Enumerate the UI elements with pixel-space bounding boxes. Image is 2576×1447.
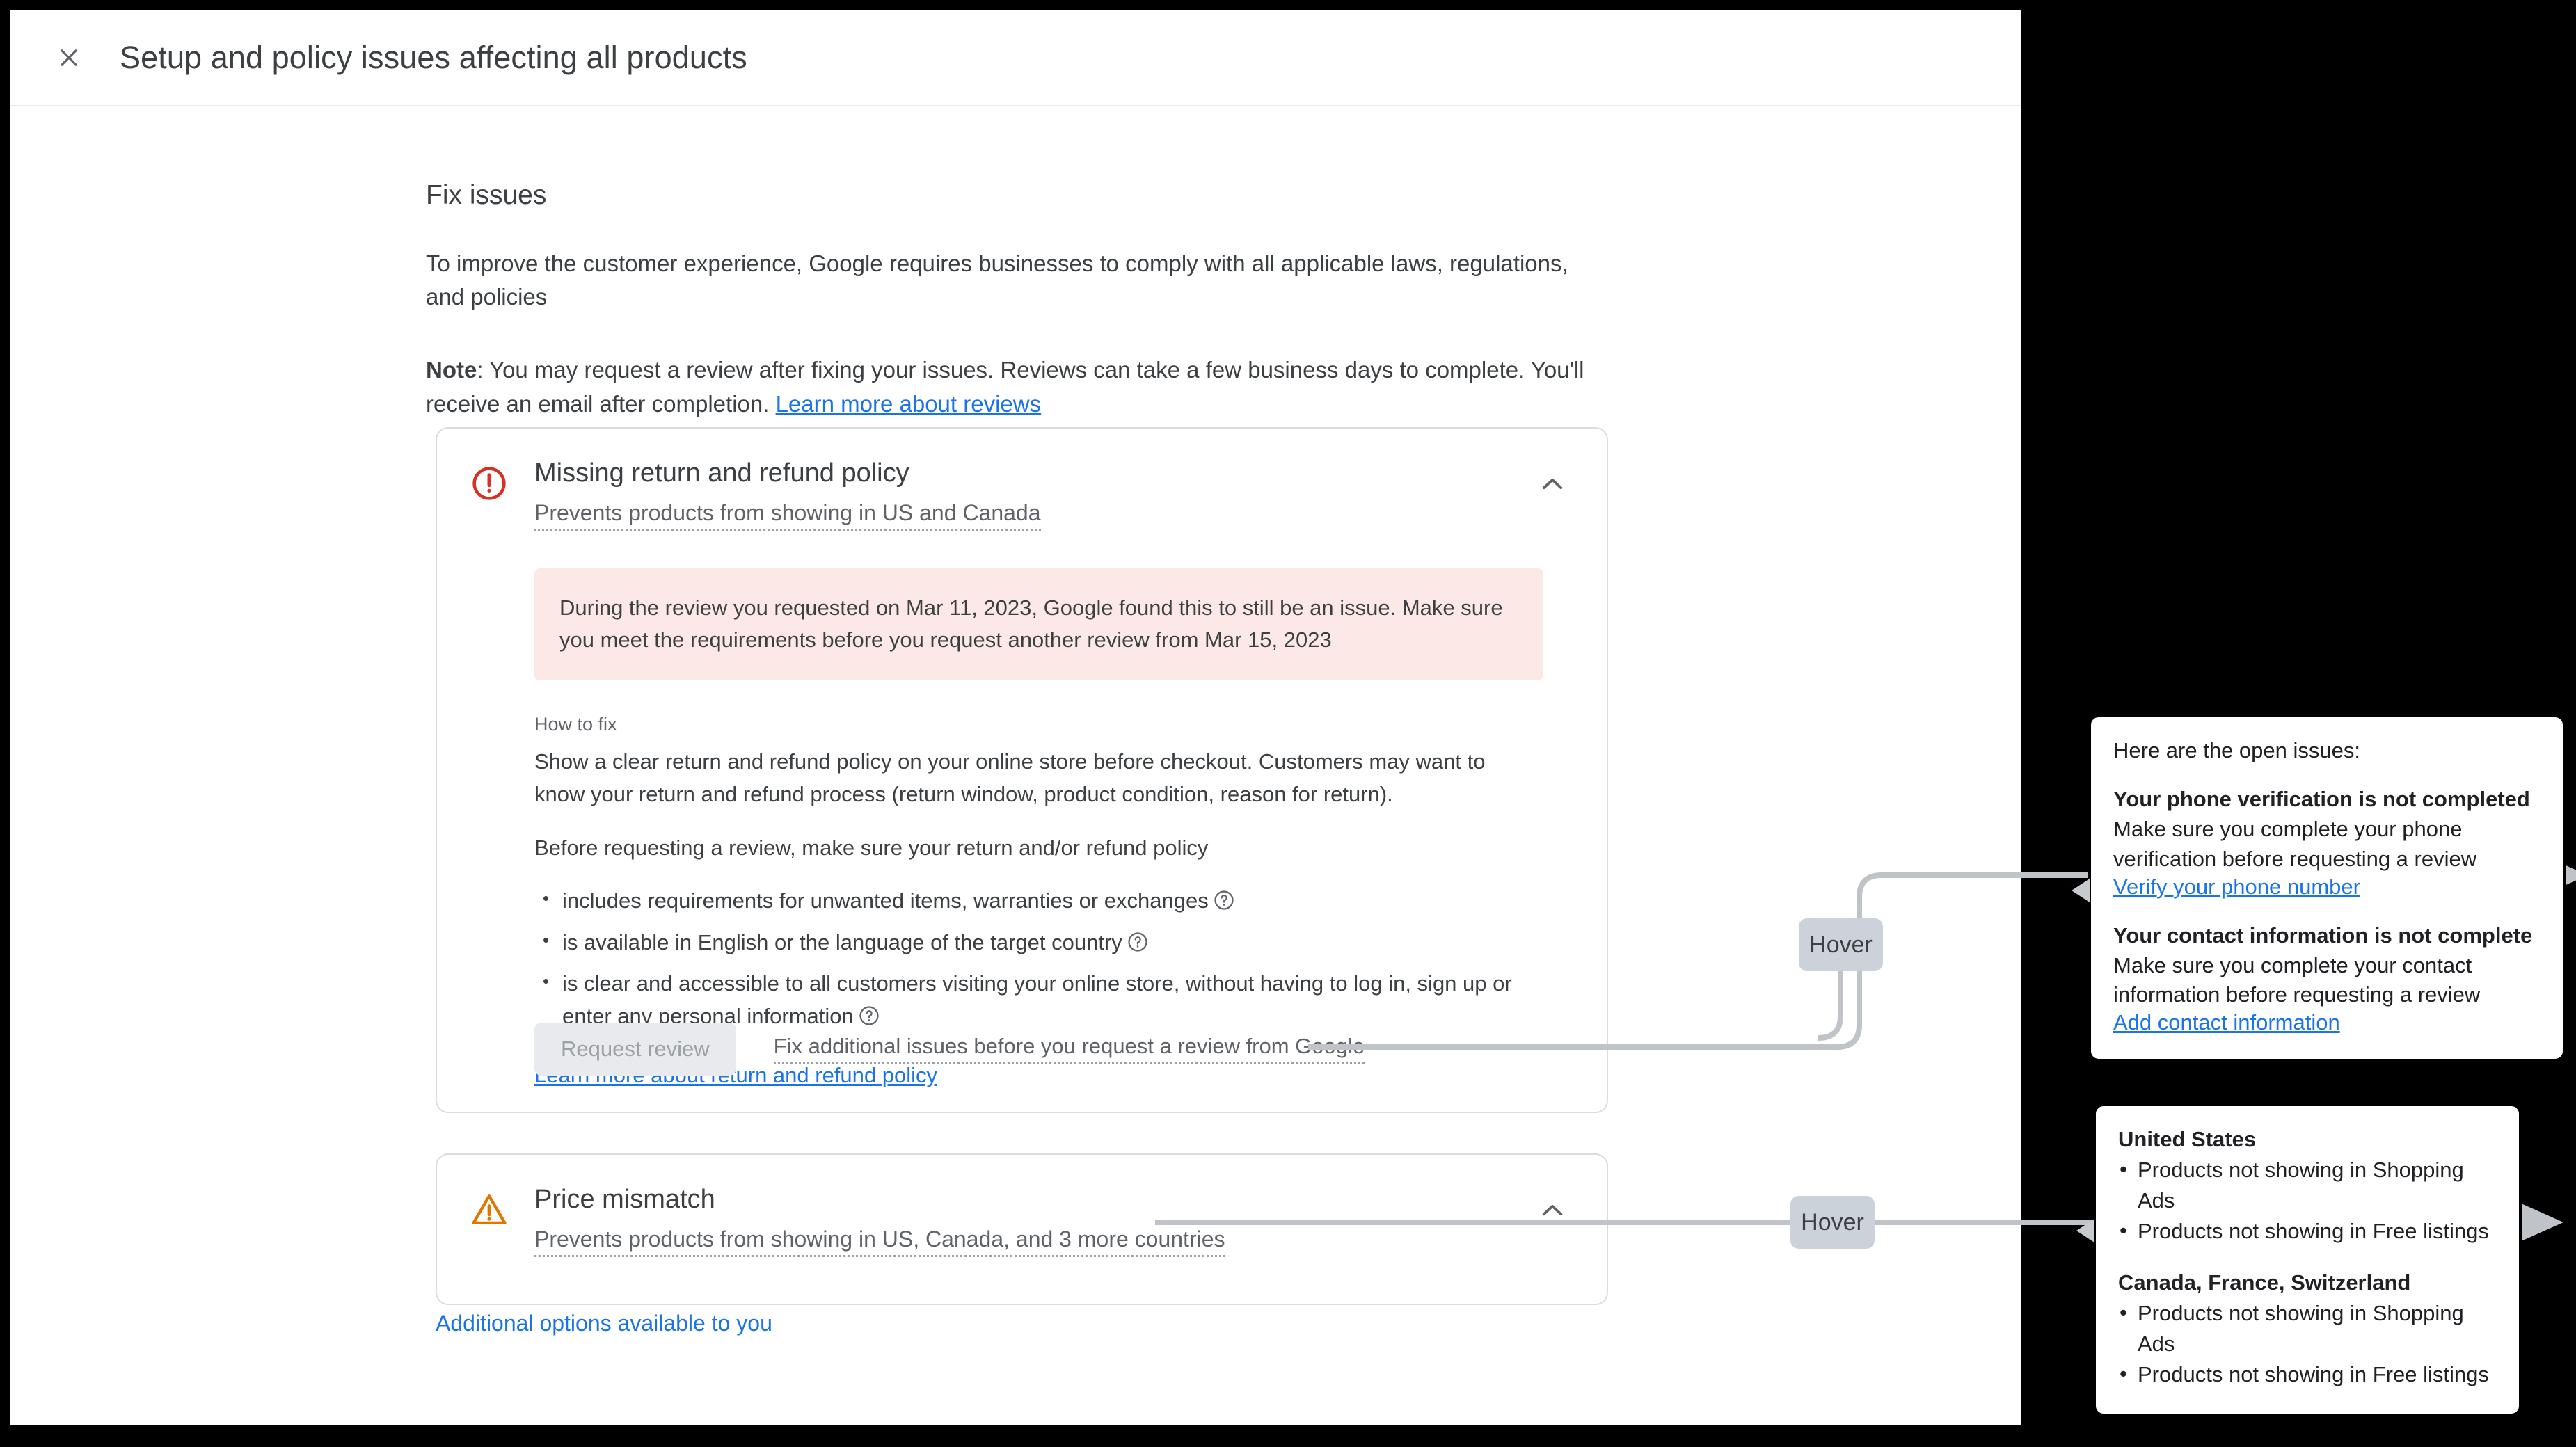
verify-phone-number-link[interactable]: Verify your phone number [2113,874,2360,899]
help-circle-icon[interactable] [1127,932,1148,952]
list-item: Products not showing in Shopping Ads [2118,1154,2497,1216]
additional-options-link[interactable]: Additional options available to you [436,1311,772,1336]
country-impact-list: Products not showing in Shopping Ads Pro… [2118,1154,2497,1247]
list-item: Products not showing in Free listings [2118,1359,2497,1390]
requirements-list: includes requirements for unwanted items… [534,885,1529,1032]
page-title: Fix issues [426,180,547,210]
card-subtitle-tooltip-trigger[interactable]: Prevents products from showing in US and… [534,500,1041,531]
chevron-up-icon[interactable] [1530,462,1575,506]
warning-triangle-icon [470,1191,508,1229]
learn-more-reviews-link[interactable]: Learn more about reviews [776,391,1042,417]
close-icon[interactable] [49,38,89,78]
setup-issues-dialog: Setup and policy issues affecting all pr… [10,10,2021,1425]
list-item: Products not showing in Shopping Ads [2118,1297,2497,1359]
tooltip-open-issues: Here are the open issues: Your phone ver… [2072,714,2566,1063]
intro-paragraph: To improve the customer experience, Goog… [426,250,1568,310]
tooltip-intro: Here are the open issues: [2113,738,2360,762]
issue-card-return-policy: Missing return and refund policy Prevent… [436,427,1608,1113]
card-header-return-policy[interactable]: Missing return and refund policy Prevent… [437,429,1607,531]
card-title: Missing return and refund policy [534,458,909,488]
hover-annotation-chip-1: Hover [1799,918,1883,971]
card-title: Price mismatch [534,1185,715,1214]
content-column: Fix issues To improve the customer exper… [426,180,1609,422]
issue-heading: Your contact information is not complete [2113,922,2533,948]
country-group: United States Products not showing in Sh… [2118,1127,2497,1247]
fix-additional-issues-tooltip-trigger[interactable]: Fix additional issues before you request… [773,1034,1365,1064]
error-circle-icon [470,465,508,502]
requirement-text: is available in English or the language … [562,929,1122,954]
requirements-intro: Before requesting a review, make sure yo… [534,836,1209,861]
tooltip-tail [2072,879,2090,902]
country-heading: Canada, France, Switzerland [2118,1270,2411,1295]
card-subtitle-tooltip-trigger[interactable]: Prevents products from showing in US, Ca… [534,1226,1225,1257]
tooltip-issue-block: Your phone verification is not completed… [2113,787,2541,900]
help-circle-icon[interactable] [1214,890,1234,911]
issue-body: Make sure you complete your contact info… [2113,952,2481,1007]
country-heading: United States [2118,1127,2257,1151]
list-item: includes requirements for unwanted items… [534,885,1529,918]
list-item: Products not showing in Free listings [2118,1215,2497,1247]
list-item: is available in English or the language … [534,927,1529,959]
how-to-fix-body: Show a clear return and refund policy on… [534,745,1529,1032]
country-impact-list: Products not showing in Shopping Ads Pro… [2118,1297,2497,1390]
hover-annotation-chip-2: Hover [1790,1196,1875,1249]
note-label: Note [426,356,477,383]
tooltip-tail [2076,1219,2094,1242]
card-actions-row: Request review Fix additional issues bef… [534,1023,1365,1076]
requirement-text: includes requirements for unwanted items… [562,888,1209,913]
country-group: Canada, France, Switzerland Products not… [2118,1270,2497,1390]
dialog-header: Setup and policy issues affecting all pr… [10,10,2021,106]
issue-body: Make sure you complete your phone verifi… [2113,817,2477,871]
requirement-text: is clear and accessible to all customers… [562,971,1512,1028]
issue-heading: Your phone verification is not completed [2113,787,2530,811]
request-review-button[interactable]: Request review [534,1023,736,1076]
screen-root: Setup and policy issues affecting all pr… [0,0,2576,1447]
how-to-fix-label: How to fix [534,713,617,735]
card-header-price-mismatch[interactable]: Price mismatch Prevents products from sh… [437,1155,1607,1257]
note-paragraph: Note: You may request a review after fix… [426,353,1595,422]
review-status-banner: During the review you requested on Mar 1… [534,568,1543,680]
tooltip-issue-block: Your contact information is not complete… [2113,923,2541,1036]
tooltip-affected-countries: United States Products not showing in Sh… [2076,1103,2522,1418]
issue-card-price-mismatch: Price mismatch Prevents products from sh… [436,1153,1608,1305]
chevron-up-icon[interactable] [1530,1188,1575,1233]
add-contact-information-link[interactable]: Add contact information [2113,1010,2340,1034]
dialog-title: Setup and policy issues affecting all pr… [120,39,747,75]
how-to-fix-paragraph: Show a clear return and refund policy on… [534,749,1486,806]
